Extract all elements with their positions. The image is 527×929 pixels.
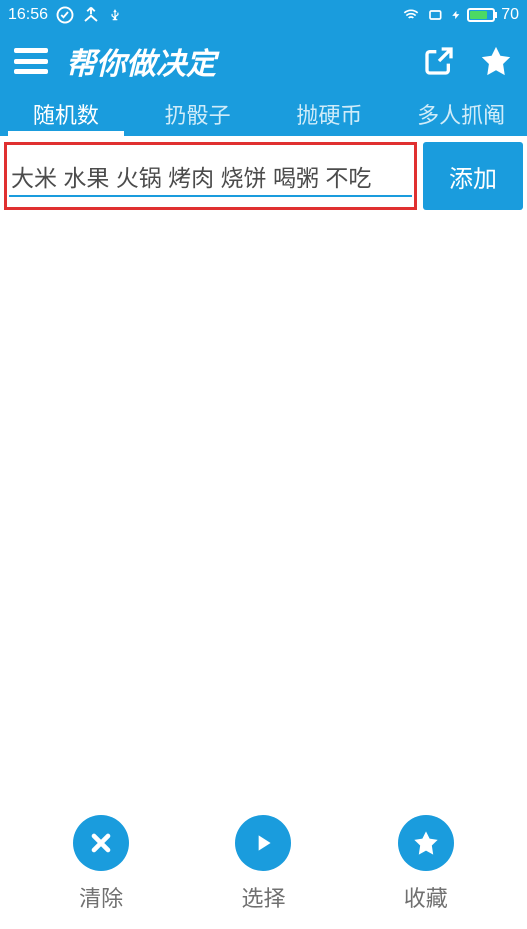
wifi-icon <box>401 7 421 23</box>
tab-dice[interactable]: 扔骰子 <box>132 92 264 136</box>
bottom-actions: 清除 选择 收藏 <box>0 815 527 913</box>
status-bar: 16:56 70 <box>0 0 527 30</box>
check-icon <box>56 6 74 24</box>
status-left: 16:56 <box>8 6 122 24</box>
tab-label: 多人抓阄 <box>417 98 505 130</box>
input-wrap <box>4 142 417 210</box>
input-row: 添加 <box>0 136 527 216</box>
tab-label: 抛硬币 <box>296 98 362 130</box>
tab-label: 随机数 <box>33 98 99 130</box>
action-label: 收藏 <box>404 881 448 913</box>
star-icon[interactable] <box>479 44 513 78</box>
options-input[interactable] <box>7 145 414 207</box>
add-button[interactable]: 添加 <box>423 142 523 210</box>
tab-random-number[interactable]: 随机数 <box>0 92 132 136</box>
choose-button[interactable]: 选择 <box>235 815 291 913</box>
status-right: 70 <box>401 6 519 24</box>
app-title: 帮你做决定 <box>66 39 216 83</box>
battery-level: 70 <box>501 6 519 24</box>
action-label: 清除 <box>79 881 123 913</box>
charging-icon <box>451 7 461 23</box>
share-icon <box>82 6 100 24</box>
menu-button[interactable] <box>14 48 48 74</box>
status-time: 16:56 <box>8 6 48 24</box>
usb-icon <box>108 6 122 24</box>
action-label: 选择 <box>241 881 285 913</box>
close-icon <box>87 829 115 857</box>
tab-label: 扔骰子 <box>165 98 231 130</box>
star-fill-icon <box>412 829 440 857</box>
app-header: 帮你做决定 <box>0 30 527 92</box>
battery-icon <box>467 8 495 22</box>
tab-lots[interactable]: 多人抓阄 <box>395 92 527 136</box>
export-icon[interactable] <box>423 45 455 77</box>
battery-saver-icon <box>427 7 445 23</box>
clear-button[interactable]: 清除 <box>73 815 129 913</box>
tabs: 随机数 扔骰子 抛硬币 多人抓阄 <box>0 92 527 136</box>
tab-coin[interactable]: 抛硬币 <box>264 92 396 136</box>
play-icon <box>250 830 276 856</box>
favorite-button[interactable]: 收藏 <box>398 815 454 913</box>
